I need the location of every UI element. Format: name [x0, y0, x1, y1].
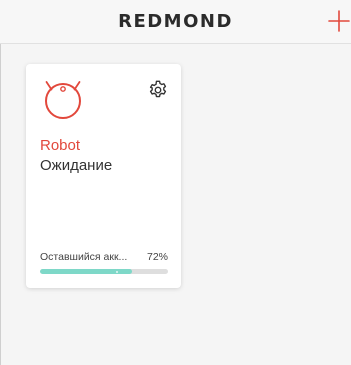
app-screen: REDMOND Robot Ожидание Оставшийся акк...…	[0, 0, 351, 365]
battery-info: Оставшийся акк... 72%	[40, 251, 168, 264]
device-name: Robot	[40, 137, 81, 154]
plus-icon	[328, 10, 350, 32]
window-edge	[0, 0, 1, 365]
battery-progress-marker	[116, 271, 118, 273]
battery-progress-bar	[40, 269, 168, 274]
device-settings-button[interactable]	[147, 79, 169, 101]
brand-logo: REDMOND	[118, 11, 233, 32]
battery-label: Оставшийся акк...	[40, 251, 128, 263]
gear-icon	[149, 80, 167, 98]
add-device-button[interactable]	[326, 8, 351, 34]
device-status: Ожидание	[40, 157, 113, 174]
battery-value: 72%	[146, 251, 168, 263]
battery-progress-fill	[40, 269, 133, 274]
header-bar: REDMOND	[0, 0, 351, 44]
device-card[interactable]: Robot Ожидание Оставшийся акк... 72%	[26, 64, 181, 288]
robot-vacuum-icon	[40, 77, 86, 121]
